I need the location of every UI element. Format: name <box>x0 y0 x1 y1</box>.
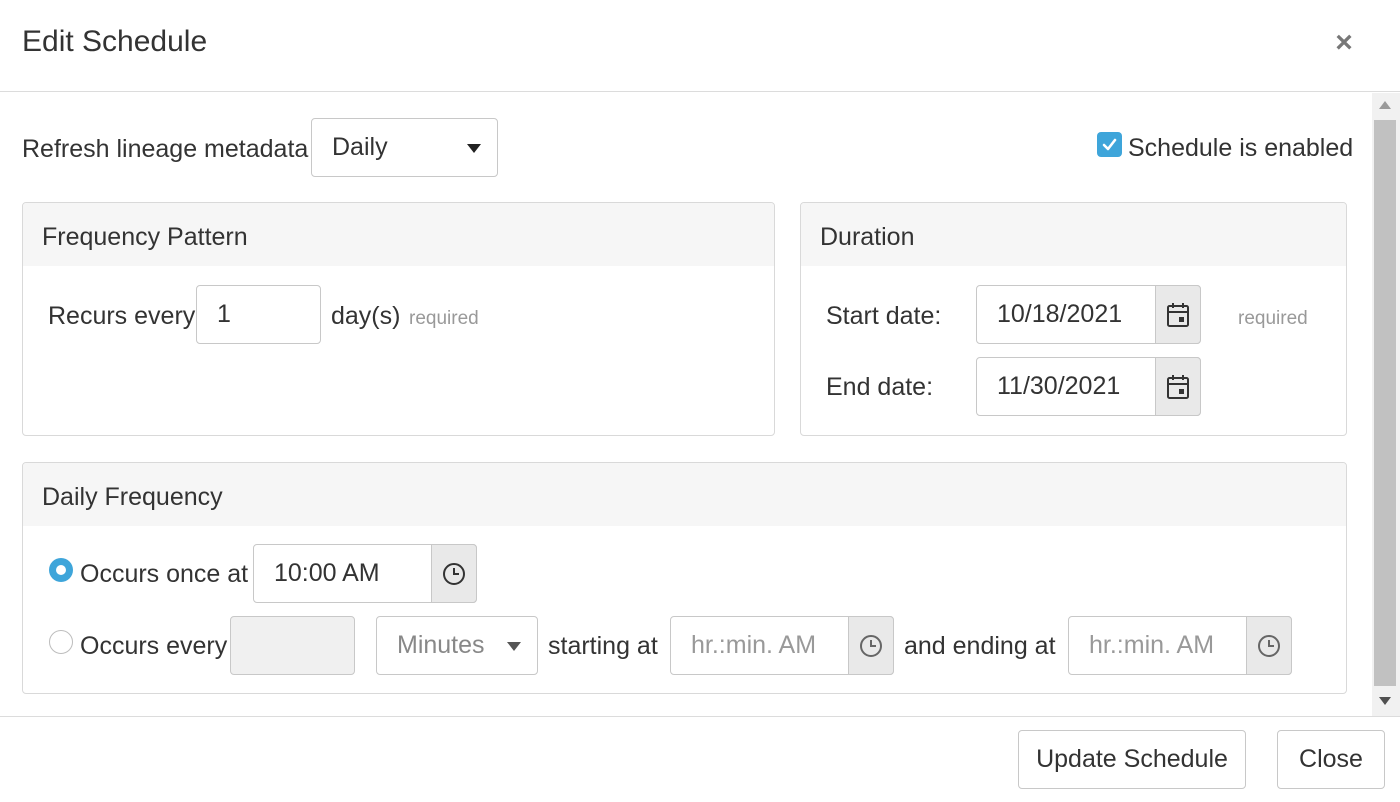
occurs-every-radio[interactable] <box>49 630 73 654</box>
refresh-frequency-select[interactable]: Daily <box>311 118 498 177</box>
starting-at-clock-button[interactable] <box>848 616 894 675</box>
daily-frequency-title: Daily Frequency <box>42 483 223 511</box>
update-schedule-button[interactable]: Update Schedule <box>1018 730 1246 789</box>
duration-title: Duration <box>820 223 915 251</box>
recurs-every-label: Recurs every <box>48 302 196 330</box>
calendar-icon <box>1167 374 1189 399</box>
occurs-every-label: Occurs every <box>80 632 228 660</box>
caret-down-icon <box>507 641 521 651</box>
refresh-lineage-label: Refresh lineage metadata <box>22 135 309 163</box>
starting-at-label: starting at <box>548 632 658 660</box>
calendar-icon <box>1167 302 1189 327</box>
start-date-input[interactable]: 10/18/2021 <box>976 285 1201 344</box>
end-date-value: 11/30/2021 <box>997 372 1121 400</box>
daily-frequency-header: Daily Frequency <box>23 463 1346 526</box>
caret-down-icon <box>467 143 481 153</box>
schedule-enabled-checkbox[interactable] <box>1097 132 1122 157</box>
end-date-label: End date: <box>826 373 934 401</box>
clock-icon <box>1258 634 1280 657</box>
occurs-once-radio[interactable] <box>49 558 73 582</box>
occurs-once-time-input[interactable]: 10:00 AM <box>253 544 477 603</box>
recurs-every-value: 1 <box>217 300 231 328</box>
ending-at-placeholder: hr.:min. AM <box>1089 631 1215 659</box>
duration-header: Duration <box>801 203 1346 266</box>
close-icon[interactable]: × <box>1331 26 1357 60</box>
scroll-up-arrow-icon[interactable] <box>1379 101 1391 109</box>
clock-icon <box>443 562 465 585</box>
starting-at-time-input[interactable]: hr.:min. AM <box>670 616 894 675</box>
frequency-pattern-title: Frequency Pattern <box>42 223 248 251</box>
start-date-required-label: required <box>1238 308 1308 329</box>
days-unit-label: day(s) <box>331 302 401 330</box>
close-button[interactable]: Close <box>1277 730 1385 789</box>
checkmark-icon <box>1102 138 1117 151</box>
start-date-calendar-button[interactable] <box>1155 285 1201 344</box>
ending-at-label: and ending at <box>904 632 1056 660</box>
recurs-required-label: required <box>409 308 479 329</box>
occurs-every-unit-select[interactable]: Minutes <box>376 616 538 675</box>
end-date-input[interactable]: 11/30/2021 <box>976 357 1201 416</box>
start-date-label: Start date: <box>826 302 942 330</box>
refresh-frequency-value: Daily <box>332 133 388 161</box>
ending-at-clock-button[interactable] <box>1246 616 1292 675</box>
occurs-once-clock-button[interactable] <box>431 544 477 603</box>
occurs-every-interval-input[interactable] <box>230 616 355 675</box>
ending-at-time-input[interactable]: hr.:min. AM <box>1068 616 1292 675</box>
clock-icon <box>860 634 882 657</box>
scroll-down-arrow-icon[interactable] <box>1379 697 1391 705</box>
start-date-value: 10/18/2021 <box>997 300 1123 328</box>
dialog-header: Edit Schedule × <box>0 0 1400 92</box>
recurs-every-input[interactable]: 1 <box>196 285 321 344</box>
frequency-pattern-header: Frequency Pattern <box>23 203 774 266</box>
occurs-every-unit-value: Minutes <box>397 631 485 659</box>
schedule-enabled-label: Schedule is enabled <box>1128 134 1354 162</box>
occurs-once-label: Occurs once at <box>80 560 249 588</box>
scrollbar-thumb[interactable] <box>1374 120 1396 686</box>
starting-at-placeholder: hr.:min. AM <box>691 631 817 659</box>
occurs-once-time-value: 10:00 AM <box>274 559 380 587</box>
edit-schedule-dialog: Edit Schedule × Refresh lineage metadata… <box>0 0 1400 802</box>
dialog-title: Edit Schedule <box>22 25 208 58</box>
end-date-calendar-button[interactable] <box>1155 357 1201 416</box>
